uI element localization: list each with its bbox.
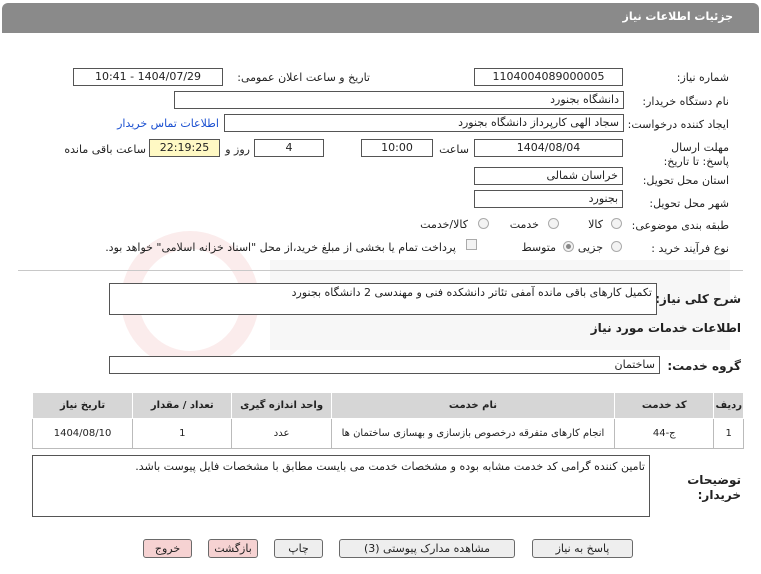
exit-button[interactable]: خروج [143, 539, 192, 558]
services-table-header: ردیف کد خدمت نام خدمت واحد اندازه گیری ت… [31, 392, 744, 419]
attachments-button[interactable]: مشاهده مدارک پیوستی (3) [339, 539, 515, 558]
remaining-label: ساعت باقی مانده [64, 143, 146, 156]
remaining-time-field: 22:19:25 [149, 139, 220, 157]
cell-date: 1404/08/10 [31, 418, 134, 449]
cell-name: انجام کارهای متفرقه درخصوص بازسازی و بهس… [330, 418, 616, 449]
process-label: نوع فرآیند خرید : [651, 242, 729, 255]
province-label: استان محل تحویل: [642, 174, 729, 187]
buyer-notes-label: توضیحات خریدار: [687, 473, 741, 502]
creator-field[interactable]: سجاد الهی کارپرداز دانشگاه بجنورد [224, 114, 624, 132]
col-unit: واحد اندازه گیری [231, 392, 332, 419]
table-row[interactable]: 1 ج-44 انجام کارهای متفرقه درخصوص بازساز… [31, 418, 744, 449]
window-titlebar: جزئیات اطلاعات نیاز [2, 3, 759, 33]
category-radio-goods-service[interactable] [478, 218, 489, 229]
deadline-date-field[interactable]: 1404/08/04 [474, 139, 623, 157]
cell-qty: 1 [132, 418, 233, 449]
category-option-service: خدمت [509, 218, 539, 231]
col-name: نام خدمت [330, 392, 616, 419]
back-button[interactable]: بازگشت [208, 539, 258, 558]
category-option-goods: کالا [588, 218, 603, 231]
deadline-time-field[interactable]: 10:00 [361, 139, 433, 157]
city-label: شهر محل تحویل: [649, 197, 729, 210]
print-button[interactable]: چاپ [274, 539, 323, 558]
description-label: شرح کلی نیاز: [655, 292, 741, 306]
creator-label: ایجاد کننده درخواست: [627, 118, 729, 131]
city-field[interactable]: بجنورد [474, 190, 623, 208]
cell-index: 1 [713, 418, 744, 449]
buyer-org-field[interactable]: دانشگاه بجنورد [174, 91, 624, 109]
respond-button[interactable]: پاسخ به نیاز [532, 539, 633, 558]
window-title: جزئیات اطلاعات نیاز [622, 10, 734, 23]
province-field[interactable]: خراسان شمالی [474, 167, 623, 185]
buyer-org-label: نام دستگاه خریدار: [642, 95, 729, 108]
process-radio-minor[interactable] [611, 241, 622, 252]
category-option-goods-service: کالا/خدمت [420, 218, 468, 231]
announce-label: تاریخ و ساعت اعلان عمومی: [237, 71, 370, 84]
col-qty: تعداد / مقدار [132, 392, 233, 419]
services-section-title: اطلاعات خدمات مورد نیاز [590, 321, 741, 335]
need-number-field[interactable]: 1104004089000005 [474, 68, 623, 86]
process-option-minor: جزیی [577, 241, 603, 254]
category-label: طبقه بندی موضوعی: [631, 219, 729, 232]
need-number-label: شماره نیاز: [676, 71, 729, 84]
col-date: تاریخ نیاز [31, 392, 134, 419]
col-index: ردیف [713, 392, 744, 419]
treasury-payment-checkbox[interactable] [466, 239, 477, 250]
announce-field[interactable]: 1404/07/29 - 10:41 [73, 68, 223, 86]
cell-unit: عدد [231, 418, 332, 449]
time-label: ساعت [439, 143, 469, 156]
description-field[interactable]: تکمیل کارهای باقی مانده آمفی تئاتر دانشک… [109, 283, 657, 315]
service-group-label: گروه خدمت: [667, 359, 741, 373]
deadline-label: مهلت ارسال پاسخ: تا تاریخ: [663, 141, 729, 168]
days-field[interactable]: 4 [254, 139, 324, 157]
days-label: روز و [225, 143, 250, 156]
col-code: کد خدمت [614, 392, 715, 419]
buyer-contact-link[interactable]: اطلاعات تماس خریدار [117, 117, 219, 130]
treasury-payment-note: پرداخت تمام یا بخشی از مبلغ خرید،از محل … [105, 241, 456, 254]
section-divider [18, 270, 743, 271]
process-radio-medium[interactable] [563, 241, 574, 252]
category-radio-goods[interactable] [611, 218, 622, 229]
buyer-notes-field[interactable]: تامین کننده گرامی کد خدمت مشابه بوده و م… [32, 455, 650, 517]
service-group-field[interactable]: ساختمان [109, 356, 660, 374]
services-table: ردیف کد خدمت نام خدمت واحد اندازه گیری ت… [31, 392, 744, 449]
cell-code: ج-44 [614, 418, 715, 449]
category-radio-service[interactable] [548, 218, 559, 229]
process-option-medium: متوسط [521, 241, 556, 254]
